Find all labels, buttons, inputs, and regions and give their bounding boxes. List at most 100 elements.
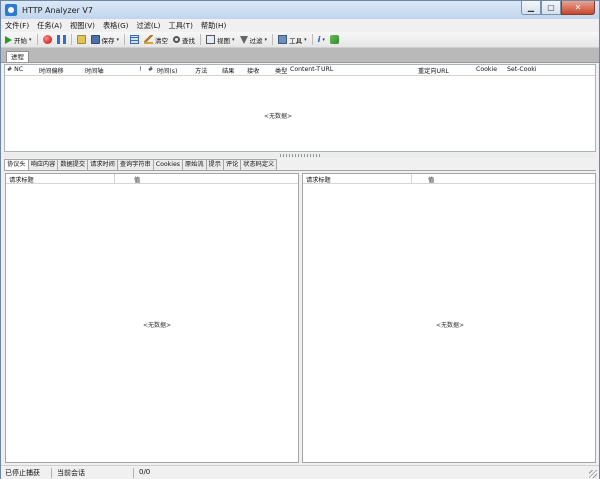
menu-grid[interactable]: 表格(G) [103, 21, 129, 31]
pause-icon [56, 35, 66, 44]
filter-button[interactable]: 过滤 ▾ [239, 35, 268, 45]
column-header-title[interactable]: 请求标题 [9, 175, 34, 184]
column-header[interactable]: 类型 [275, 66, 287, 75]
response-headers-pane[interactable]: 请求标题 值 <无数据> [302, 173, 596, 463]
chevron-down-icon[interactable]: ▾ [322, 37, 325, 43]
maximize-button[interactable]: ▢ [541, 1, 561, 15]
tab-cookies[interactable]: Cookies [152, 159, 183, 170]
column-header[interactable]: 时间轴 [85, 66, 104, 75]
empty-placeholder: <无数据> [143, 322, 172, 329]
chevron-down-icon[interactable]: ▾ [265, 37, 268, 43]
save-button[interactable]: 保存 ▾ [90, 35, 120, 45]
column-header-title[interactable]: 请求标题 [306, 175, 331, 184]
tab-comments[interactable]: 评论 [222, 159, 242, 170]
save-icon [90, 35, 100, 44]
title-bar: HTTP Analyzer V7 ▁ ▢ ✕ [1, 1, 599, 19]
menu-view[interactable]: 视图(V) [70, 21, 95, 31]
grid-button[interactable] [130, 35, 140, 44]
menu-filter[interactable]: 过滤(L) [137, 21, 161, 31]
status-divider [51, 468, 52, 478]
toolbar-separator [124, 34, 126, 45]
filter-label: 过滤 [249, 36, 263, 45]
column-header[interactable]: Cookie [476, 66, 497, 73]
column-header-value[interactable]: 值 [428, 175, 434, 184]
toolbar-separator [36, 34, 38, 45]
open-button[interactable] [76, 35, 86, 44]
column-header[interactable]: 时间偏移 [39, 66, 64, 75]
start-button[interactable]: 开始 ▾ [5, 35, 32, 45]
tab-timing[interactable]: 请求时间 [87, 159, 118, 170]
status-bar: 已停止捕获 当前会话 0/0 [1, 465, 599, 479]
search-icon [173, 36, 181, 43]
tab-hints[interactable]: 提示 [205, 159, 224, 170]
column-header[interactable]: Content-T [290, 66, 320, 73]
filter-icon [239, 35, 248, 44]
column-header[interactable]: 结果 [222, 66, 234, 75]
column-header[interactable]: # NC [7, 66, 23, 73]
session-status: 当前会话 [57, 469, 85, 477]
view-button[interactable]: 视图 ▾ [206, 35, 235, 45]
column-header[interactable]: 时间(s) [157, 66, 177, 75]
resize-grip-icon[interactable] [589, 470, 597, 478]
request-headers-pane[interactable]: 请求标题 值 <无数据> [5, 173, 299, 463]
minimize-button[interactable]: ▁ [521, 1, 541, 15]
toolbar-separator [70, 34, 72, 45]
column-header[interactable]: ! [139, 66, 141, 73]
tab-post-data[interactable]: 数据提交 [57, 159, 89, 170]
column-header[interactable]: 重定向URL [418, 66, 449, 75]
play-icon [5, 35, 12, 44]
status-divider [133, 468, 134, 478]
chevron-down-icon[interactable]: ▾ [232, 37, 235, 43]
grip-icon [280, 154, 320, 157]
tools-button[interactable]: 工具 ▾ [278, 35, 307, 45]
column-header[interactable]: Set-Cooki [507, 66, 537, 73]
column-divider[interactable] [411, 174, 412, 184]
request-list-header: # NC 时间偏移 时间轴 ! # 时间(s) 方法 结果 接收 类型 Cont… [5, 65, 595, 76]
column-header-value[interactable]: 值 [134, 175, 140, 184]
stop-button[interactable] [42, 35, 52, 44]
tab-session[interactable]: 进程 [6, 51, 29, 62]
broom-icon [144, 35, 154, 44]
menu-tools[interactable]: 工具(T) [169, 21, 193, 31]
tab-raw-stream[interactable]: 原始流 [181, 159, 207, 170]
menu-task[interactable]: 任务(A) [37, 21, 62, 31]
clear-label: 清空 [155, 36, 169, 45]
save-label: 保存 [101, 36, 115, 45]
tab-status-codes[interactable]: 状态码定义 [240, 159, 278, 170]
tab-query-string[interactable]: 查询字符串 [116, 159, 154, 170]
tab-response-content[interactable]: 响应内容 [27, 159, 59, 170]
splitter-handle[interactable] [4, 153, 596, 158]
chevron-down-icon[interactable]: ▾ [304, 37, 307, 43]
tools-label: 工具 [289, 36, 303, 45]
column-header[interactable]: 接收 [247, 66, 259, 75]
app-window: HTTP Analyzer V7 ▁ ▢ ✕ 文件(F) 任务(A) 视图(V)… [0, 0, 600, 479]
window-controls: ▁ ▢ ✕ [521, 1, 595, 15]
pane-header: 请求标题 值 [6, 174, 298, 184]
column-header[interactable]: URL [321, 66, 333, 73]
capture-status: 已停止捕获 [5, 469, 40, 477]
empty-placeholder: <无数据> [436, 322, 465, 329]
clear-button[interactable]: 清空 [144, 35, 168, 45]
find-button[interactable]: 查找 [173, 35, 195, 45]
column-header[interactable]: # [148, 66, 153, 73]
toolbar-separator [311, 34, 313, 45]
menu-help[interactable]: 帮助(H) [201, 21, 226, 31]
toolbar-separator [272, 34, 274, 45]
view-label: 视图 [217, 36, 231, 45]
find-label: 查找 [182, 36, 196, 45]
info-button[interactable]: i ▾ [318, 35, 325, 44]
grid-icon [130, 35, 140, 44]
column-header[interactable]: 方法 [195, 66, 207, 75]
column-divider[interactable] [114, 174, 115, 184]
start-label: 开始 [14, 36, 27, 45]
chevron-down-icon[interactable]: ▾ [117, 37, 120, 43]
request-list[interactable]: # NC 时间偏移 时间轴 ! # 时间(s) 方法 结果 接收 类型 Cont… [4, 64, 596, 152]
app-icon [5, 4, 17, 16]
close-button[interactable]: ✕ [561, 1, 595, 15]
plugin-button[interactable] [329, 35, 339, 44]
menu-file[interactable]: 文件(F) [5, 21, 29, 31]
pause-button[interactable] [56, 35, 66, 44]
detail-tabs: 协议头 响应内容 数据提交 请求时间 查询字符串 Cookies 原始流 提示 … [4, 159, 278, 171]
folder-icon [76, 35, 86, 44]
chevron-down-icon[interactable]: ▾ [29, 37, 32, 43]
